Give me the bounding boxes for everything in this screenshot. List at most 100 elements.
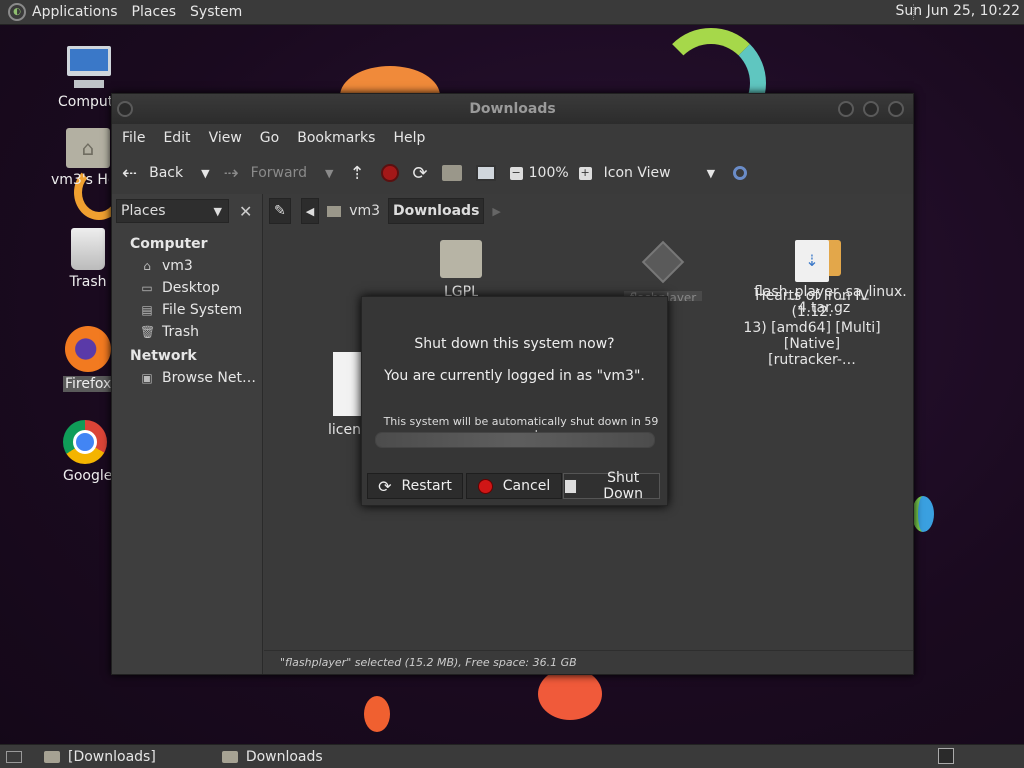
mate-logo-icon[interactable]: ◐ xyxy=(8,3,26,21)
sidebar-item-browse-network[interactable]: ▣ Browse Net… xyxy=(140,370,262,386)
maximize-button[interactable] xyxy=(863,101,879,117)
computer-icon xyxy=(475,165,496,181)
file-item[interactable]: ⇣ Hearts of Iron IV (1.12. 13) [amd64] [… xyxy=(742,240,882,368)
top-panel: ◐ Applications Places System Sun Jun 25,… xyxy=(0,0,1024,25)
menu-help[interactable]: Help xyxy=(393,130,425,146)
breadcrumb-label: Downloads xyxy=(393,203,480,219)
home-button[interactable] xyxy=(441,165,474,181)
restart-icon: ⟳ xyxy=(378,476,392,496)
folder-icon xyxy=(440,240,482,278)
menu-system[interactable]: System xyxy=(190,4,242,20)
folder-icon xyxy=(221,751,238,763)
show-desktop-icon[interactable] xyxy=(6,751,22,763)
dialog-logged-in-text: You are currently logged in as "vm3". xyxy=(384,368,645,384)
cancel-button[interactable]: Cancel xyxy=(466,473,562,499)
sidebar-heading-network: Network xyxy=(130,348,197,364)
up-button[interactable]: ⇡ xyxy=(349,163,376,184)
workspace-switcher[interactable] xyxy=(938,748,954,764)
sidebar-item-label: File System xyxy=(162,302,243,318)
pencil-icon: ✎ xyxy=(274,203,286,219)
window-title: Downloads xyxy=(469,101,556,117)
back-arrow-icon: ⇠ xyxy=(122,162,138,184)
zoom-out-button[interactable]: − xyxy=(509,166,529,180)
taskbar-item-downloads-inactive[interactable]: [Downloads] xyxy=(44,749,156,765)
places-dropdown[interactable]: Places ▼ xyxy=(116,199,229,223)
window-titlebar[interactable]: Downloads xyxy=(112,94,913,124)
breadcrumb-downloads[interactable]: Downloads xyxy=(388,198,485,224)
sidebar-item-vm3[interactable]: ⌂ vm3 xyxy=(140,258,262,274)
clock[interactable]: Sun Jun 25, 10:22 xyxy=(896,3,1020,19)
back-button[interactable]: ⇠ Back ▼ xyxy=(122,163,210,184)
zoom-in-icon: + xyxy=(578,165,592,180)
countdown-progress-bar xyxy=(375,432,655,448)
stop-button[interactable] xyxy=(380,164,411,182)
computer-button[interactable] xyxy=(475,165,508,181)
menu-edit[interactable]: Edit xyxy=(163,130,190,146)
up-arrow-icon: ⇡ xyxy=(349,162,365,184)
home-folder-icon: ⌂ xyxy=(66,128,110,168)
taskbar-item-downloads[interactable]: Downloads xyxy=(221,749,323,765)
reload-icon: ⟳ xyxy=(412,162,428,184)
places-label: Places xyxy=(121,203,166,219)
menu-view[interactable]: View xyxy=(209,130,242,146)
view-mode-select[interactable]: Icon View ▼ xyxy=(604,165,715,181)
desktop-icon-label: Firefox xyxy=(63,376,113,392)
search-button[interactable] xyxy=(733,166,748,180)
desktop-icon-label: Google xyxy=(63,468,113,484)
breadcrumb-right-arrow[interactable]: ▶ xyxy=(488,199,504,223)
breadcrumb: ✎ ◀ vm3 Downloads ▶ xyxy=(269,198,509,224)
menu-go[interactable]: Go xyxy=(260,130,279,146)
forward-label: Forward xyxy=(250,165,307,181)
sidebar-item-label: Trash xyxy=(162,324,199,340)
stop-icon xyxy=(380,164,399,182)
status-bar: "flashplayer" selected (15.2 MB), Free s… xyxy=(264,650,913,674)
search-icon xyxy=(733,166,748,180)
sidebar-item-label: vm3 xyxy=(162,258,193,274)
cancel-label: Cancel xyxy=(502,478,551,494)
reload-button[interactable]: ⟳ xyxy=(413,163,440,184)
sidebar-heading-computer: Computer xyxy=(130,236,208,252)
sidebar: Places ▼ ✕ Computer ⌂ vm3 ▭ Desktop ▤ File … xyxy=(112,194,263,674)
chevron-down-icon: ▼ xyxy=(706,166,716,180)
shutdown-icon xyxy=(564,478,578,494)
menu-applications[interactable]: Applications xyxy=(32,4,118,20)
bottom-panel: [Downloads] Downloads xyxy=(0,744,1024,768)
menu-file[interactable]: File xyxy=(122,130,145,146)
breadcrumb-label: vm3 xyxy=(349,203,381,219)
restart-button[interactable]: ⟳ Restart xyxy=(367,473,463,499)
breadcrumb-left-arrow[interactable]: ◀ xyxy=(300,198,320,224)
chevron-down-icon: ▼ xyxy=(213,204,222,218)
trash-icon xyxy=(71,228,105,270)
forward-arrow-icon: ⇢ xyxy=(223,162,239,184)
chevron-right-icon: ▶ xyxy=(492,204,501,218)
decor-circle-bottom xyxy=(538,668,602,720)
network-icon: ▣ xyxy=(141,371,153,385)
zoom-in-button[interactable]: + xyxy=(578,165,604,180)
home-folder-icon: ⌂ xyxy=(143,259,151,273)
taskbar-item-label: [Downloads] xyxy=(68,749,156,765)
trash-icon: 🗑 xyxy=(140,325,156,339)
desktop-folder-icon: ▭ xyxy=(141,281,153,295)
close-sidebar-icon[interactable]: ✕ xyxy=(239,202,252,221)
sidebar-item-file-system[interactable]: ▤ File System xyxy=(140,302,262,318)
back-history-dropdown-icon[interactable]: ▼ xyxy=(201,167,209,180)
toggle-location-entry-button[interactable]: ✎ xyxy=(269,198,291,224)
minimize-button[interactable] xyxy=(838,101,854,117)
sidebar-item-desktop[interactable]: ▭ Desktop xyxy=(140,280,262,296)
file-item[interactable]: LGPL xyxy=(391,240,531,304)
shutdown-button[interactable]: Shut Down xyxy=(563,470,660,502)
sidebar-item-trash[interactable]: 🗑 Trash xyxy=(140,324,262,340)
computer-icon xyxy=(66,46,112,90)
desktop-icon-label: vm3's Home xyxy=(51,172,109,188)
firefox-icon xyxy=(65,326,111,372)
view-mode-label: Icon View xyxy=(603,165,671,181)
menu-bookmarks[interactable]: Bookmarks xyxy=(297,130,375,146)
breadcrumb-vm3[interactable]: vm3 xyxy=(323,199,384,223)
close-button[interactable] xyxy=(888,101,904,117)
file-name: Hearts of Iron IV (1.12. 13) [amd64] [Mu… xyxy=(743,288,881,368)
window-menu-button[interactable] xyxy=(117,101,133,117)
executable-icon xyxy=(641,240,685,284)
forward-button[interactable]: ⇢ Forward ▼ xyxy=(224,163,334,184)
progress-fill xyxy=(376,433,654,447)
menu-places[interactable]: Places xyxy=(132,4,177,20)
